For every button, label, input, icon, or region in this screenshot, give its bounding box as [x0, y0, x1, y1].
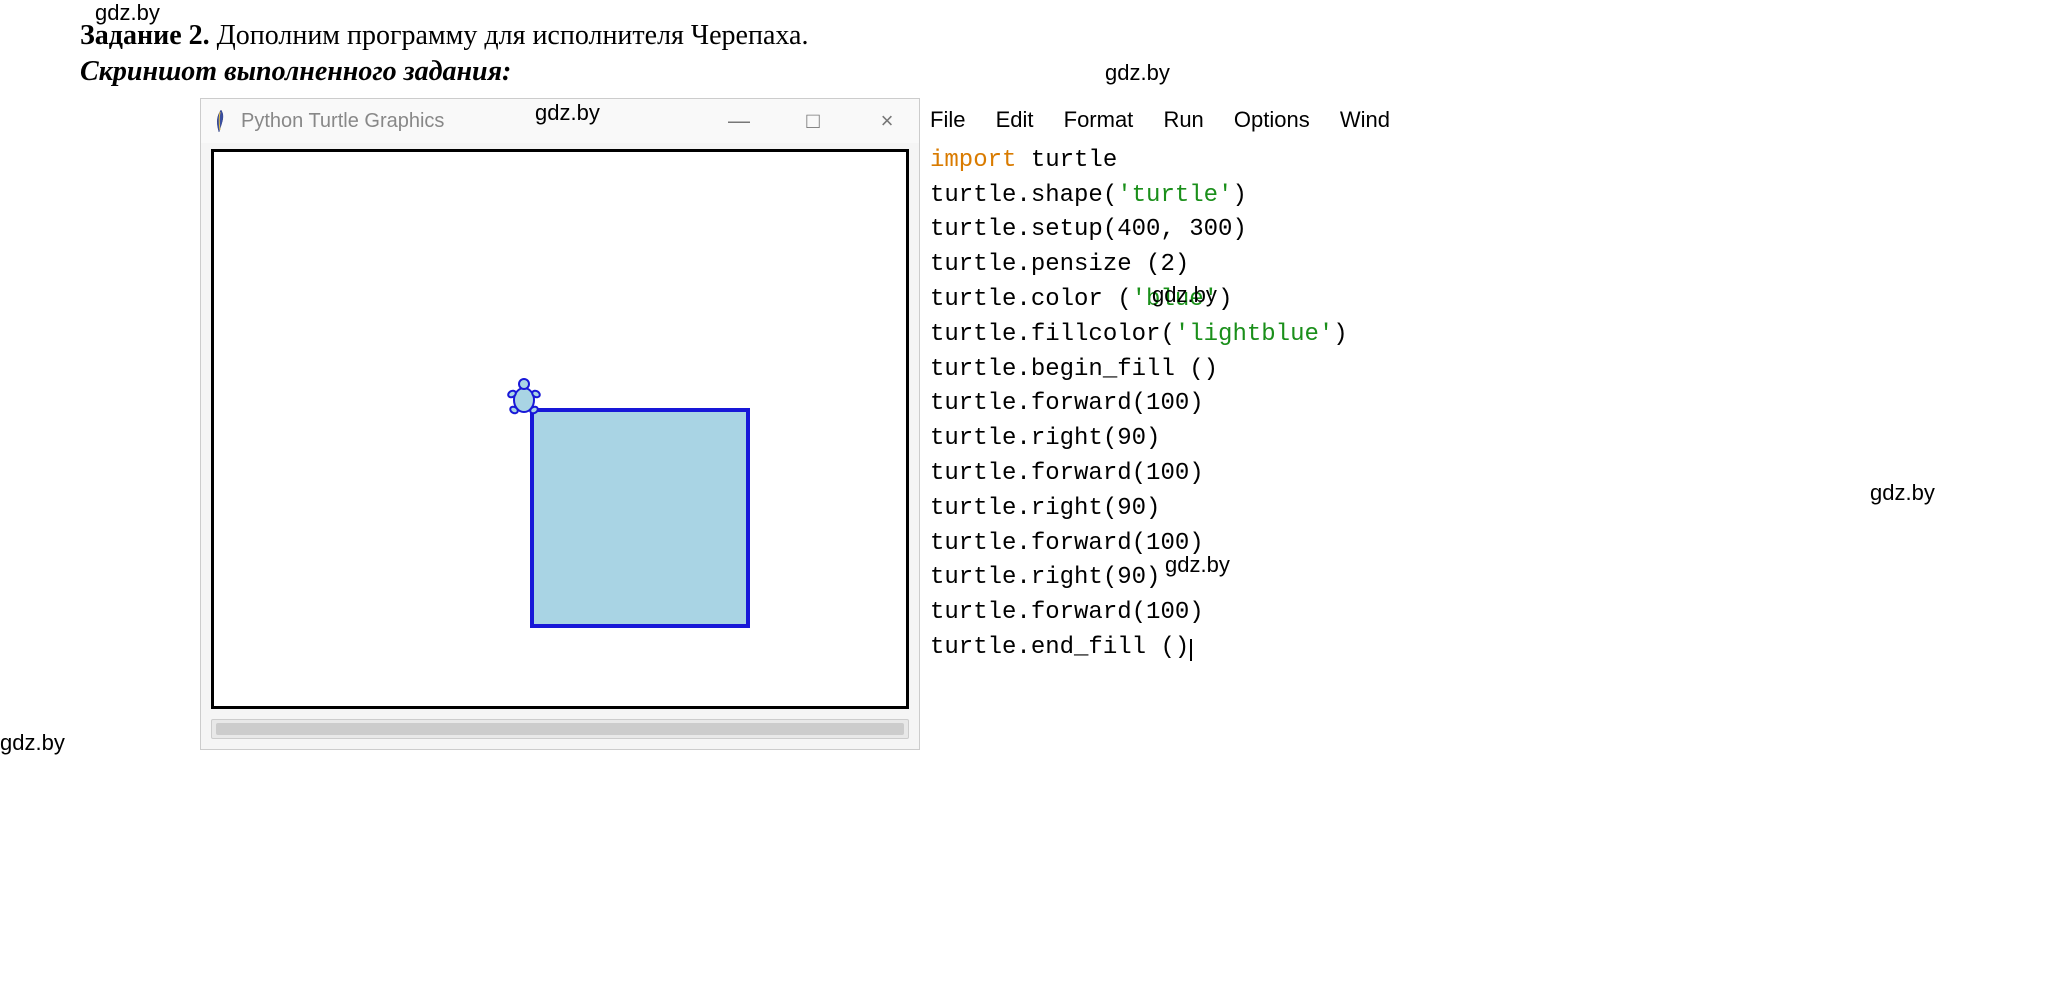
- code-line: turtle.right(90): [930, 422, 1414, 457]
- watermark: gdz.by: [0, 730, 65, 756]
- menu-edit[interactable]: Edit: [996, 107, 1034, 132]
- code-line: turtle.pensize (2): [930, 248, 1414, 283]
- code-line: turtle.color ('blue'): [930, 283, 1414, 318]
- code-line: turtle.right(90): [930, 492, 1414, 527]
- code-editor: File Edit Format Run Options Wind import…: [930, 98, 1414, 666]
- window-titlebar: Python Turtle Graphics — □ ×: [201, 99, 919, 143]
- task-label: Задание 2.: [80, 20, 210, 51]
- drawn-square: [530, 408, 750, 628]
- menu-format[interactable]: Format: [1064, 107, 1134, 132]
- editor-menu-bar: File Edit Format Run Options Wind: [930, 98, 1414, 144]
- code-line: import turtle: [930, 144, 1414, 179]
- menu-options[interactable]: Options: [1234, 107, 1310, 132]
- menu-window[interactable]: Wind: [1340, 107, 1390, 132]
- task-text: Дополним программу для исполнителя Череп…: [210, 20, 809, 51]
- code-line: turtle.forward(100): [930, 387, 1414, 422]
- menu-run[interactable]: Run: [1163, 107, 1203, 132]
- turtle-cursor-icon: [502, 374, 546, 418]
- code-line: turtle.begin_fill (): [930, 353, 1414, 388]
- editor-text-area[interactable]: import turtle turtle.shape('turtle') tur…: [930, 144, 1414, 666]
- window-title: Python Turtle Graphics: [241, 110, 717, 133]
- task-line: Задание 2. Дополним программу для исполн…: [80, 20, 1977, 52]
- horizontal-scrollbar[interactable]: [211, 719, 909, 739]
- maximize-button[interactable]: □: [791, 110, 835, 132]
- code-line: turtle.end_fill (): [930, 631, 1414, 666]
- code-line: turtle.right(90): [930, 561, 1414, 596]
- code-line: turtle.setup(400, 300): [930, 213, 1414, 248]
- close-button[interactable]: ×: [865, 110, 909, 132]
- code-line: turtle.forward(100): [930, 527, 1414, 562]
- turtle-canvas: [211, 149, 909, 709]
- minimize-button[interactable]: —: [717, 110, 761, 132]
- screenshot-area: Python Turtle Graphics — □ ×: [200, 98, 1977, 750]
- code-line: turtle.shape('turtle'): [930, 179, 1414, 214]
- code-line: turtle.fillcolor('lightblue'): [930, 318, 1414, 353]
- task-subtitle: Скриншот выполненного задания:: [80, 56, 1977, 88]
- python-feather-icon: [211, 108, 231, 134]
- menu-file[interactable]: File: [930, 107, 965, 132]
- code-line: turtle.forward(100): [930, 596, 1414, 631]
- code-line: turtle.forward(100): [930, 457, 1414, 492]
- turtle-graphics-window: Python Turtle Graphics — □ ×: [200, 98, 920, 750]
- text-cursor: [1190, 639, 1192, 661]
